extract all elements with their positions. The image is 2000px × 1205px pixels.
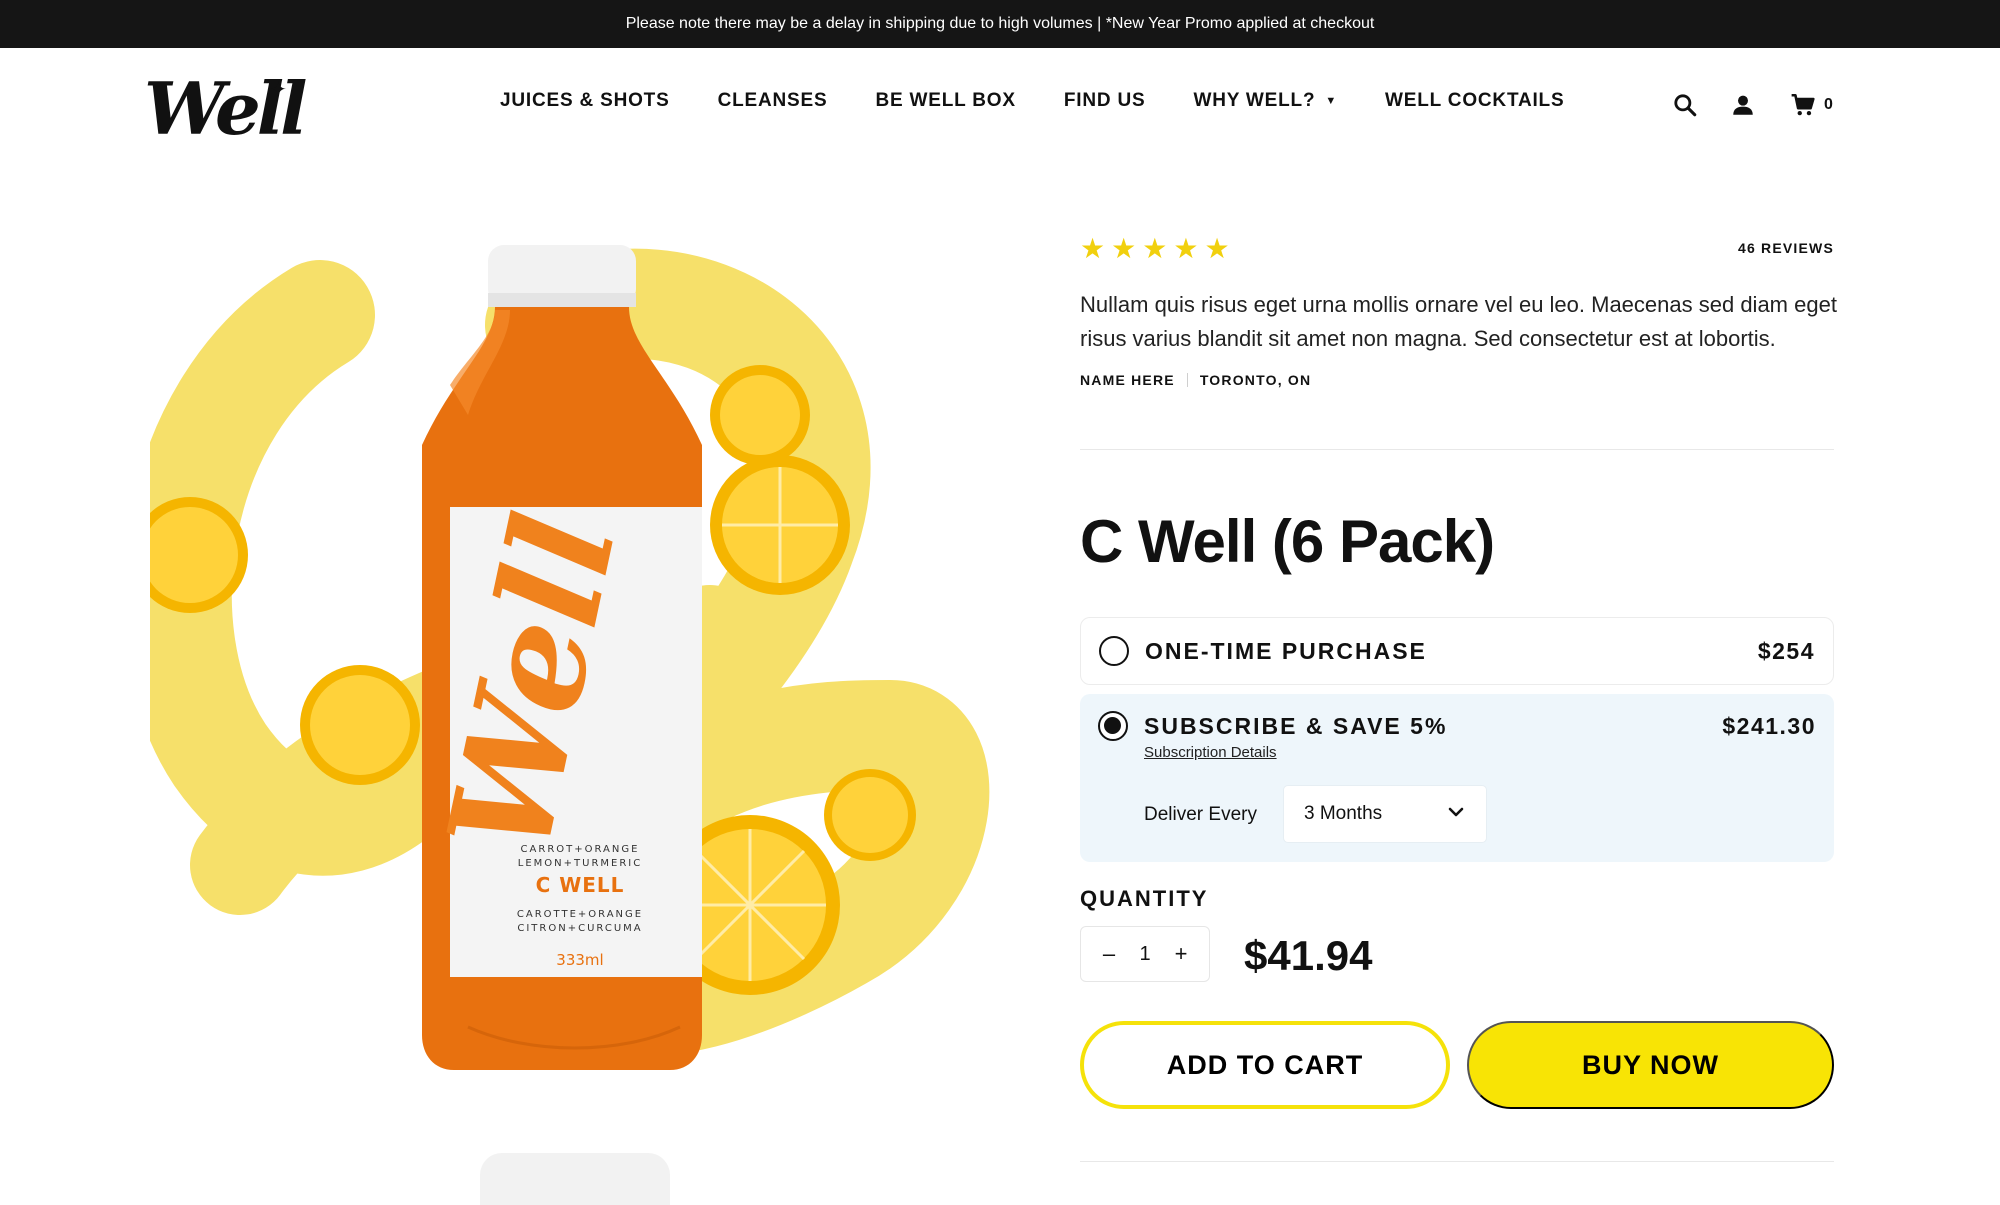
star-icon: ★	[1173, 233, 1199, 264]
divider	[1080, 449, 1834, 450]
main-nav: JUICES & SHOTS CLEANSES BE WELL BOX FIND…	[500, 90, 1564, 112]
star-icon: ★	[1111, 233, 1137, 264]
one-time-label: ONE-TIME PURCHASE	[1145, 638, 1427, 664]
radio-subscribe[interactable]	[1098, 711, 1128, 741]
logo-sparkle-icon: ✦	[270, 79, 287, 101]
product-photo: Well CARROT+ORANGE LEMON+TURMERIC C WELL…	[150, 245, 990, 1205]
svg-text:CITRON+CURCUMA: CITRON+CURCUMA	[517, 923, 642, 934]
caret-down-icon: ▼	[1325, 95, 1338, 107]
header-icons: 0	[1672, 92, 1833, 118]
search-icon[interactable]	[1672, 92, 1698, 118]
star-icon: ★	[1142, 233, 1168, 264]
subscribe-label: SUBSCRIBE & SAVE 5%	[1144, 713, 1448, 739]
site-header: Well ✦ JUICES & SHOTS CLEANSES BE WELL B…	[0, 48, 2000, 166]
nav-juices-shots[interactable]: JUICES & SHOTS	[500, 90, 670, 112]
nav-why-well[interactable]: WHY WELL? ▼	[1193, 90, 1337, 112]
cart-icon	[1791, 93, 1815, 116]
increase-quantity-button[interactable]: +	[1171, 941, 1191, 967]
rating-stars: ★ ★ ★ ★ ★	[1080, 234, 1230, 264]
delivery-frequency-value: 3 Months	[1304, 803, 1383, 824]
logo[interactable]: Well ✦	[144, 66, 307, 152]
unit-price: $41.94	[1244, 932, 1373, 979]
product-title: C Well (6 Pack)	[1080, 508, 1495, 575]
one-time-purchase-option[interactable]: ONE-TIME PURCHASE $254	[1080, 617, 1834, 685]
nav-be-well-box[interactable]: BE WELL BOX	[875, 90, 1015, 112]
reviewer-location: TORONTO, ON	[1199, 372, 1312, 388]
chevron-down-icon	[1448, 807, 1464, 817]
nav-well-cocktails[interactable]: WELL COCKTAILS	[1385, 90, 1564, 112]
svg-text:CAROTTE+ORANGE: CAROTTE+ORANGE	[517, 909, 643, 920]
review-text: Nullam quis risus eget urna mollis ornar…	[1080, 292, 1837, 351]
decrease-quantity-button[interactable]: –	[1099, 941, 1119, 967]
product-image[interactable]: Well CARROT+ORANGE LEMON+TURMERIC C WELL…	[150, 215, 1010, 1205]
divider	[1186, 373, 1188, 387]
nav-find-us[interactable]: FIND US	[1064, 90, 1146, 112]
delivery-frequency-select[interactable]: 3 Months	[1284, 786, 1486, 842]
add-to-cart-button[interactable]: ADD TO CART	[1080, 1021, 1450, 1109]
subscription-details-link[interactable]: Subscription Details	[1144, 744, 1277, 761]
svg-text:CARROT+ORANGE: CARROT+ORANGE	[521, 844, 640, 855]
cart-count: 0	[1824, 96, 1833, 113]
user-icon[interactable]	[1730, 92, 1756, 118]
quantity-value[interactable]: 1	[1139, 943, 1150, 966]
reviewer: NAME HERE TORONTO, ON	[1080, 372, 1311, 388]
buy-now-button[interactable]: BUY NOW	[1467, 1021, 1834, 1109]
star-icon: ★	[1204, 233, 1230, 264]
cart-button[interactable]: 0	[1790, 92, 1833, 118]
svg-text:LEMON+TURMERIC: LEMON+TURMERIC	[518, 858, 642, 869]
subscribe-price: $241.30	[1722, 713, 1816, 739]
divider	[1080, 1161, 1834, 1162]
deliver-every-label: Deliver Every	[1144, 804, 1257, 825]
reviewer-name: NAME HERE	[1080, 372, 1175, 388]
svg-text:333ml: 333ml	[556, 951, 603, 969]
nav-cleanses[interactable]: CLEANSES	[718, 90, 828, 112]
radio-one-time[interactable]	[1099, 636, 1129, 666]
star-icon: ★	[1080, 233, 1106, 264]
subscribe-option[interactable]: SUBSCRIBE & SAVE 5% $241.30 Subscription…	[1080, 694, 1834, 862]
announcement-text: Please note there may be a delay in ship…	[625, 15, 1375, 32]
quantity-stepper: – 1 +	[1080, 926, 1210, 982]
one-time-price: $254	[1757, 638, 1815, 664]
svg-text:C WELL: C WELL	[536, 873, 625, 897]
announcement-bar: Please note there may be a delay in ship…	[0, 0, 2000, 48]
review-count-link[interactable]: 46 REVIEWS	[1700, 240, 1834, 256]
quantity-label: QUANTITY	[1080, 886, 1209, 911]
